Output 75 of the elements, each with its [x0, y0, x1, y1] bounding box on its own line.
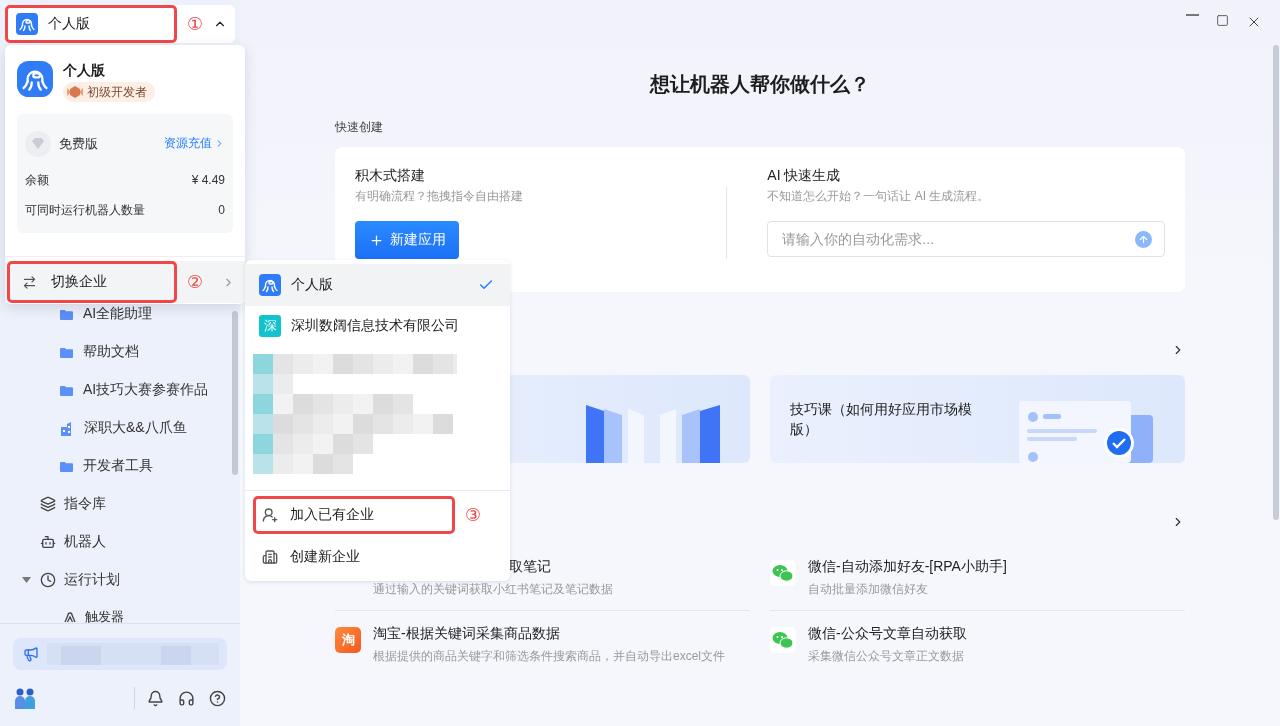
user-plus-icon	[262, 507, 278, 523]
annotation-number: ③	[465, 505, 482, 525]
sidebar-item[interactable]: 运行计划	[64, 571, 120, 589]
template-title[interactable]: 淘宝-根据关键词采集商品数据	[373, 623, 725, 643]
enterprise-action[interactable]: 加入已有企业	[253, 496, 455, 534]
sidebar-item[interactable]: 指令库	[64, 495, 106, 513]
megaphone-icon	[23, 646, 39, 662]
enterprise-item[interactable]: 深 深圳数阔信息技术有限公司	[245, 306, 510, 346]
help-icon[interactable]	[209, 689, 226, 707]
section-heading: 快速创建	[335, 119, 384, 136]
folder-icon	[60, 308, 73, 320]
minimize-icon	[1186, 14, 1199, 16]
folder-item[interactable]: 开发者工具	[83, 457, 153, 475]
taobao-icon: 淘	[335, 627, 361, 653]
octopus-logo-icon	[259, 274, 281, 296]
account-name: 个人版	[63, 61, 106, 79]
card-title: 积木式搭建	[355, 166, 426, 185]
prompt-input[interactable]: 请输入你的自动化需求...	[780, 224, 1135, 254]
robot-icon	[40, 534, 56, 550]
folder-item[interactable]: 深职大&&八爪鱼	[84, 419, 187, 437]
plan-name: 免费版	[25, 130, 98, 157]
scrollbar[interactable]	[232, 311, 238, 475]
medal-icon	[67, 86, 83, 98]
card-description: 有明确流程？拖拽指令自由搭建	[355, 188, 524, 205]
new-app-button[interactable]: 新建应用	[355, 221, 459, 259]
page-title: 想让机器人帮你做什么？	[648, 72, 871, 97]
sidebar-item[interactable]: 触发器	[85, 608, 124, 623]
sidebar-item[interactable]: 机器人	[64, 533, 106, 551]
template-description: 采集微信公众号文章正文数据	[808, 648, 965, 665]
enterprise-action[interactable]: 创建新企业	[253, 538, 455, 576]
company-icon: 深	[259, 315, 281, 337]
clock-icon	[40, 572, 56, 588]
swap-icon	[22, 274, 37, 290]
switch-enterprise-item[interactable]: 切换企业	[7, 261, 177, 303]
folder-item[interactable]: AI技巧大赛参赛作品	[83, 381, 209, 399]
scrollbar[interactable]	[1273, 45, 1279, 520]
annotation-number: ②	[187, 272, 204, 292]
stat-label: 余额	[25, 171, 49, 189]
folder-item[interactable]: 帮助文档	[83, 343, 139, 361]
arch-icon	[63, 610, 77, 623]
template-title[interactable]: 微信-公众号文章自动获取	[808, 623, 967, 643]
recharge-link[interactable]: 资源充值	[164, 135, 212, 153]
caret-icon[interactable]	[22, 577, 32, 583]
stat-value: 0	[218, 203, 225, 218]
level-badge: 初级开发者	[63, 82, 155, 102]
account-switcher[interactable]: 个人版	[5, 5, 177, 43]
annotation-number: ①	[187, 14, 204, 34]
template-description: 自动批量添加微信好友	[808, 581, 929, 598]
arrow-up-icon	[1138, 233, 1149, 245]
template-description: 根据提供的商品关键字和筛选条件搜索商品，并自动导出excel文件	[373, 648, 725, 665]
course-banner[interactable]: 技巧课（如何用好应用市场模版）	[770, 375, 1185, 463]
folder-item[interactable]: AI全能助理	[83, 305, 153, 323]
template-description: 通过输入的关键词获取小红书笔记及笔记数据	[373, 581, 613, 598]
building-icon	[262, 549, 278, 565]
prompt-field[interactable]: 请输入你的自动化需求...	[767, 221, 1165, 257]
chat-bubbles-icon	[770, 560, 796, 586]
stat-label: 可同时运行机器人数量	[25, 201, 145, 219]
bell-icon[interactable]	[147, 689, 164, 707]
octopus-logo-icon	[17, 61, 53, 97]
enterprise-item[interactable]: 个人版	[245, 264, 510, 306]
layers-icon	[40, 496, 56, 512]
octopus-logo-icon	[16, 13, 38, 35]
folder-icon	[60, 384, 73, 396]
card-description: 不知道怎么开始？一句话让 AI 生成流程。	[767, 188, 991, 205]
headset-icon[interactable]	[178, 689, 195, 707]
template-title[interactable]: 微信-自动添加好友-[RPA小助手]	[808, 556, 1007, 576]
stat-value: ¥ 4.49	[191, 173, 225, 188]
folder-icon	[60, 346, 73, 358]
chat-bubbles-icon	[770, 627, 796, 653]
building-icon	[60, 420, 74, 436]
banner-title: 技巧课（如何用好应用市场模版）	[790, 400, 973, 439]
plus-icon	[368, 232, 384, 248]
folder-icon	[60, 460, 73, 472]
maximize-icon	[1216, 14, 1229, 27]
card-title: AI 快速生成	[767, 166, 842, 185]
